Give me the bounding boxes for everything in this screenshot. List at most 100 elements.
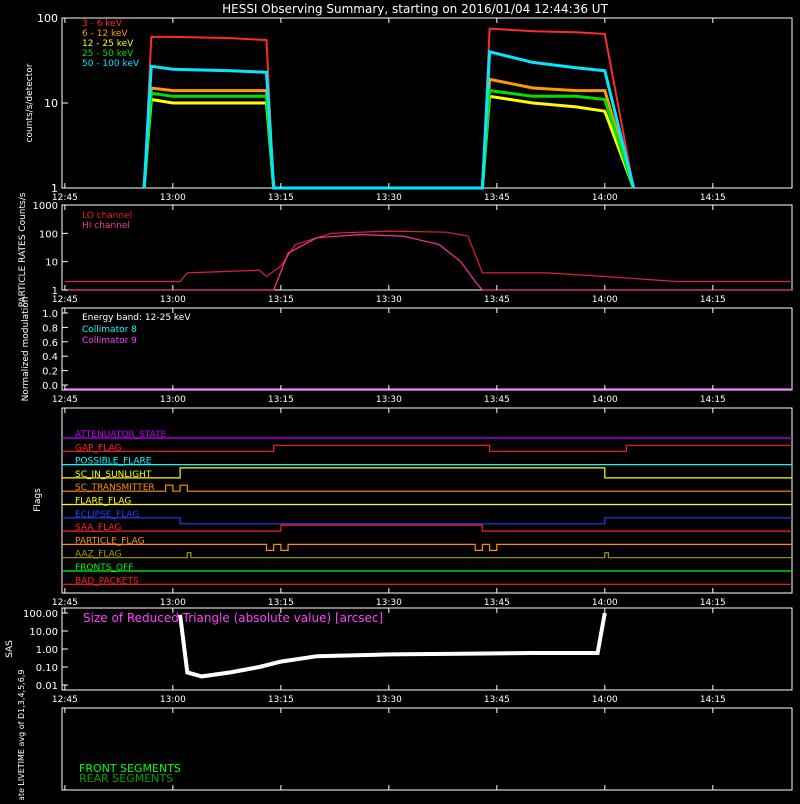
- x-tick-label: 13:30: [376, 598, 402, 608]
- livetime-legend: FRONT SEGMENTSREAR SEGMENTS: [79, 762, 181, 785]
- x-tick-label: 13:15: [268, 193, 294, 203]
- y-tick-label: 10: [44, 97, 58, 110]
- y-tick-label: 100: [39, 229, 58, 240]
- x-tick-label: 13:15: [268, 598, 294, 608]
- x-tick-label: 12:45: [52, 695, 78, 705]
- livetime-ylabel-text: Mon. Rate LIVETIME avg of D1,3,4,5,6,9: [17, 670, 26, 800]
- flags-group: ATTENUATOR_STATEGAP_FLAGPOSSIBLE_FLARESC…: [62, 430, 792, 586]
- panel-sas: SAS Size of Reduced Triangle (absolute v…: [5, 607, 793, 692]
- x-tick-label: 14:00: [592, 395, 618, 405]
- x-tick-label: 14:15: [700, 193, 726, 203]
- x-tick-label: 14:15: [700, 395, 726, 405]
- sas-annotation: Size of Reduced Triangle (absolute value…: [83, 611, 383, 625]
- x-tick-label: 14:00: [592, 598, 618, 608]
- legend-entry: REAR SEGMENTS: [79, 772, 173, 785]
- x-tick-label: 13:00: [160, 695, 186, 705]
- y-tick-label: 1.0: [42, 309, 58, 320]
- flag-line: [62, 484, 792, 492]
- y-tick-label: 1.00: [36, 645, 58, 656]
- x-tick-label: 13:30: [376, 695, 402, 705]
- legend-entry: Collimator 9: [82, 336, 137, 346]
- x-tick-label: 13:00: [160, 395, 186, 405]
- y-tick-label: 0.8: [42, 323, 58, 334]
- x-tick-label: 13:45: [484, 395, 510, 405]
- x-tick-label: 13:15: [268, 395, 294, 405]
- count-rate-yticks: 110100: [37, 12, 68, 195]
- x-tick-label: 14:15: [700, 295, 726, 305]
- panel-livetime: Mon. Rate LIVETIME avg of D1,3,4,5,6,9 F…: [17, 670, 793, 804]
- panel-flags-ylabel: Flags: [33, 488, 43, 512]
- x-tick-label: 12:45: [52, 295, 78, 305]
- y-tick-label: 10: [45, 258, 58, 269]
- modulation-energy-band: Energy band: 12-25 keV: [82, 313, 191, 323]
- legend-entry: 6 - 12 keV: [82, 29, 128, 39]
- chart-title: HESSI Observing Summary, starting on 201…: [222, 2, 608, 16]
- legend-entry: 3 - 6 keV: [82, 19, 123, 29]
- modulation-legend: Collimator 8Collimator 9: [82, 325, 137, 346]
- x-tick-label: 13:45: [484, 695, 510, 705]
- y-tick-label: 0.4: [42, 352, 58, 363]
- flag-line: [62, 543, 792, 551]
- x-tick-label: 14:00: [592, 695, 618, 705]
- x-tick-label: 13:30: [376, 395, 402, 405]
- x-tick-label: 13:15: [268, 295, 294, 305]
- legend-entry: 12 - 25 keV: [82, 39, 134, 49]
- x-tick-label: 12:45: [52, 193, 78, 203]
- x-tick-label: 13:45: [484, 295, 510, 305]
- x-tick-label: 13:45: [484, 193, 510, 203]
- panel-sas-ylabel: SAS: [5, 640, 15, 658]
- particle-series-group: [64, 230, 792, 291]
- x-tick-label: 13:15: [268, 695, 294, 705]
- panel-modulation: Normalized modulation Energy band: 12-25…: [21, 297, 793, 402]
- panel-count-rates-ylabel: counts/s/detector: [25, 63, 35, 142]
- panel-particle-rates: PARTICLE RATES Counts/s 1101001000 LO ch…: [18, 192, 793, 307]
- y-tick-label: 0.10: [36, 663, 58, 674]
- y-tick-label: 0.6: [42, 338, 58, 349]
- x-tick-label: 13:00: [160, 295, 186, 305]
- y-tick-label: 0.01: [36, 681, 58, 692]
- flag-line: [62, 552, 792, 559]
- panel-flags-frame: [61, 407, 793, 594]
- flag-line: [62, 444, 792, 452]
- y-tick-label: 0.2: [42, 367, 58, 378]
- panel-livetime-ylabel: Mon. Rate LIVETIME avg of D1,3,4,5,6,9: [17, 670, 26, 800]
- panel-particle-rates-frame: [61, 204, 793, 291]
- particle-yticks: 1101001000: [33, 201, 68, 297]
- count-rate-series-group: [142, 27, 636, 190]
- panel-flags: Flags ATTENUATOR_STATEGAP_FLAGPOSSIBLE_F…: [33, 407, 793, 594]
- flag-line: [62, 524, 792, 532]
- particle-legend: LO channelHI channel: [82, 211, 132, 231]
- y-tick-label: 10.00: [29, 627, 58, 638]
- hessi-summary-chart: HESSI Observing Summary, starting on 201…: [5, 2, 793, 804]
- x-tick-label: 13:45: [484, 598, 510, 608]
- series-line-4: [142, 49, 636, 190]
- x-tick-label: 14:00: [592, 295, 618, 305]
- x-tick-label: 13:30: [376, 193, 402, 203]
- sas-yticks: 0.01 0.10 1.00 10.00 100.00: [23, 609, 68, 692]
- legend-entry: LO channel: [82, 211, 132, 221]
- x-tick-label: 14:15: [700, 695, 726, 705]
- panel-particle-rates-ylabel: PARTICLE RATES Counts/s: [18, 192, 28, 307]
- legend-entry: HI channel: [82, 221, 130, 231]
- count-rate-legend: 3 - 6 keV6 - 12 keV12 - 25 keV25 - 50 ke…: [82, 19, 140, 69]
- modulation-yticks: 0.0 0.2 0.4 0.6 0.8 1.0: [42, 309, 68, 392]
- series-line-0: [143, 27, 635, 189]
- series-line-0: [64, 230, 792, 283]
- series-line-2: [142, 94, 636, 190]
- x-tick-label: 12:45: [52, 598, 78, 608]
- x-tick-label: 13:00: [160, 598, 186, 608]
- y-tick-label: 100: [37, 12, 58, 25]
- x-tick-label: 13:00: [160, 193, 186, 203]
- flag-line: [62, 467, 792, 479]
- x-tick-label: 12:45: [52, 395, 78, 405]
- panel-modulation-ylabel: Normalized modulation: [21, 297, 31, 402]
- flag-line: [62, 517, 792, 525]
- legend-entry: 25 - 50 keV: [82, 49, 134, 59]
- x-tick-label: 14:15: [700, 598, 726, 608]
- panel-count-rates: counts/s/detector 110100 3 - 6 keV6 - 12…: [25, 12, 793, 195]
- legend-entry: 50 - 100 keV: [82, 59, 140, 69]
- legend-entry: Collimator 8: [82, 325, 137, 335]
- y-tick-label: 100.00: [23, 609, 58, 620]
- y-tick-label: 0.0: [42, 381, 58, 392]
- x-tick-label: 14:00: [592, 193, 618, 203]
